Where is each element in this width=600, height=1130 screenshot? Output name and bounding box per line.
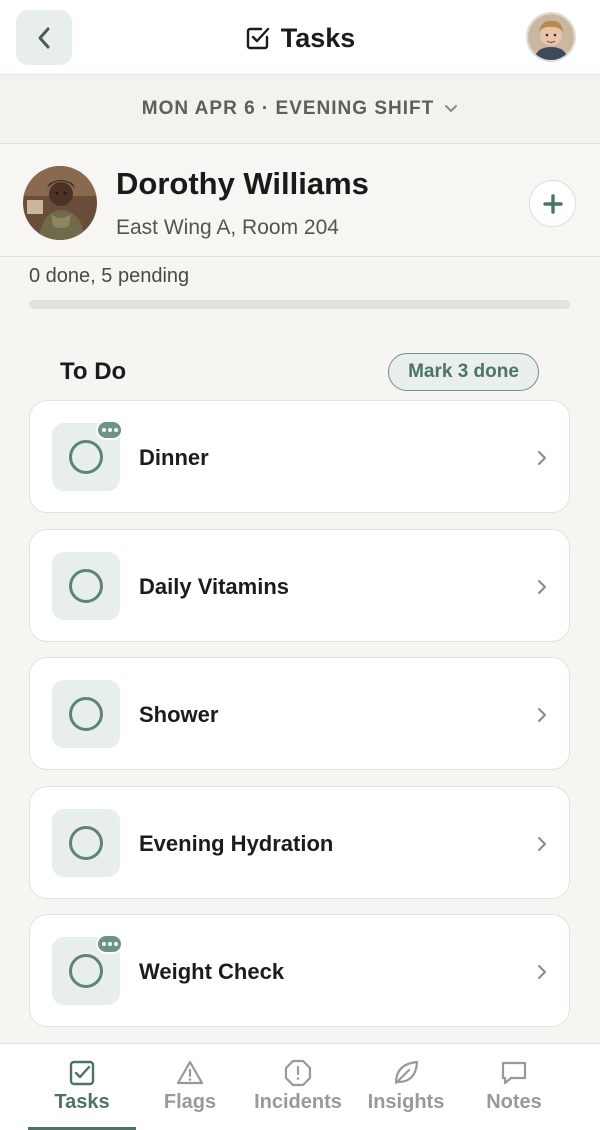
chevron-right-icon (538, 708, 546, 722)
leaf-icon (394, 1060, 419, 1085)
task-label: Shower (139, 702, 219, 727)
task-card[interactable]: Dinner (29, 400, 570, 513)
top-bar: Tasks (0, 0, 600, 75)
task-label: Dinner (139, 445, 209, 470)
nav-tab-insights[interactable]: Insights (352, 1044, 460, 1130)
plus-icon (542, 193, 563, 214)
circle-icon (69, 954, 103, 988)
circle-icon (69, 440, 103, 474)
add-task-button[interactable] (529, 180, 576, 227)
nav-tab-notes[interactable]: Notes (460, 1044, 568, 1130)
chevron-right-icon (538, 965, 546, 979)
checkbox-icon (246, 27, 269, 50)
nav-label: Tasks (54, 1091, 110, 1113)
resident-header: Dorothy Williams East Wing A, Room 204 (0, 144, 600, 257)
user-avatar[interactable] (526, 12, 576, 62)
section-title: To Do (60, 358, 127, 385)
resident-room: East Wing A, Room 204 (116, 216, 339, 239)
circle-icon (69, 569, 103, 603)
nav-tab-incidents[interactable]: Incidents (244, 1044, 352, 1130)
nav-label: Flags (163, 1091, 217, 1113)
alert-octagon-icon (284, 1059, 312, 1087)
page-title-group: Tasks (0, 20, 600, 56)
nav-label: Notes (486, 1091, 542, 1113)
task-checkbox[interactable] (52, 552, 120, 620)
bottom-nav: Tasks Flags Incidents Insights Notes (0, 1043, 600, 1130)
nav-label: Incidents (254, 1091, 342, 1113)
warning-triangle-icon (176, 1060, 204, 1085)
page-title: Tasks (280, 22, 356, 53)
task-checkbox[interactable] (52, 809, 120, 877)
chevron-down-icon (445, 105, 458, 112)
nav-label: Insights (367, 1091, 445, 1113)
task-card[interactable]: Daily Vitamins (29, 529, 570, 642)
checkbox-icon (69, 1060, 95, 1086)
task-label: Weight Check (139, 959, 285, 984)
task-label: Evening Hydration (139, 831, 334, 856)
shift-label: MON APR 6 · EVENING SHIFT (141, 98, 435, 119)
chat-bubble-icon (501, 1061, 527, 1085)
circle-icon (69, 697, 103, 731)
chevron-right-icon (538, 837, 546, 851)
progress-summary: 0 done, 5 pending (29, 265, 190, 287)
circle-icon (69, 826, 103, 860)
shift-selector[interactable]: MON APR 6 · EVENING SHIFT (0, 75, 600, 144)
mark-done-button[interactable]: Mark 3 done (388, 353, 539, 391)
task-card[interactable]: Evening Hydration (29, 786, 570, 899)
note-badge-icon (96, 934, 123, 954)
note-badge-icon (96, 420, 123, 440)
progress-bar (29, 300, 570, 309)
task-label: Daily Vitamins (139, 574, 289, 599)
resident-name: Dorothy Williams (116, 166, 369, 201)
chevron-right-icon (538, 580, 546, 594)
chevron-right-icon (538, 451, 546, 465)
task-card[interactable]: Shower (29, 657, 570, 770)
nav-tab-flags[interactable]: Flags (136, 1044, 244, 1130)
task-checkbox[interactable] (52, 680, 120, 748)
resident-avatar (23, 166, 97, 240)
nav-tab-tasks[interactable]: Tasks (28, 1044, 136, 1130)
task-card[interactable]: Weight Check (29, 914, 570, 1027)
